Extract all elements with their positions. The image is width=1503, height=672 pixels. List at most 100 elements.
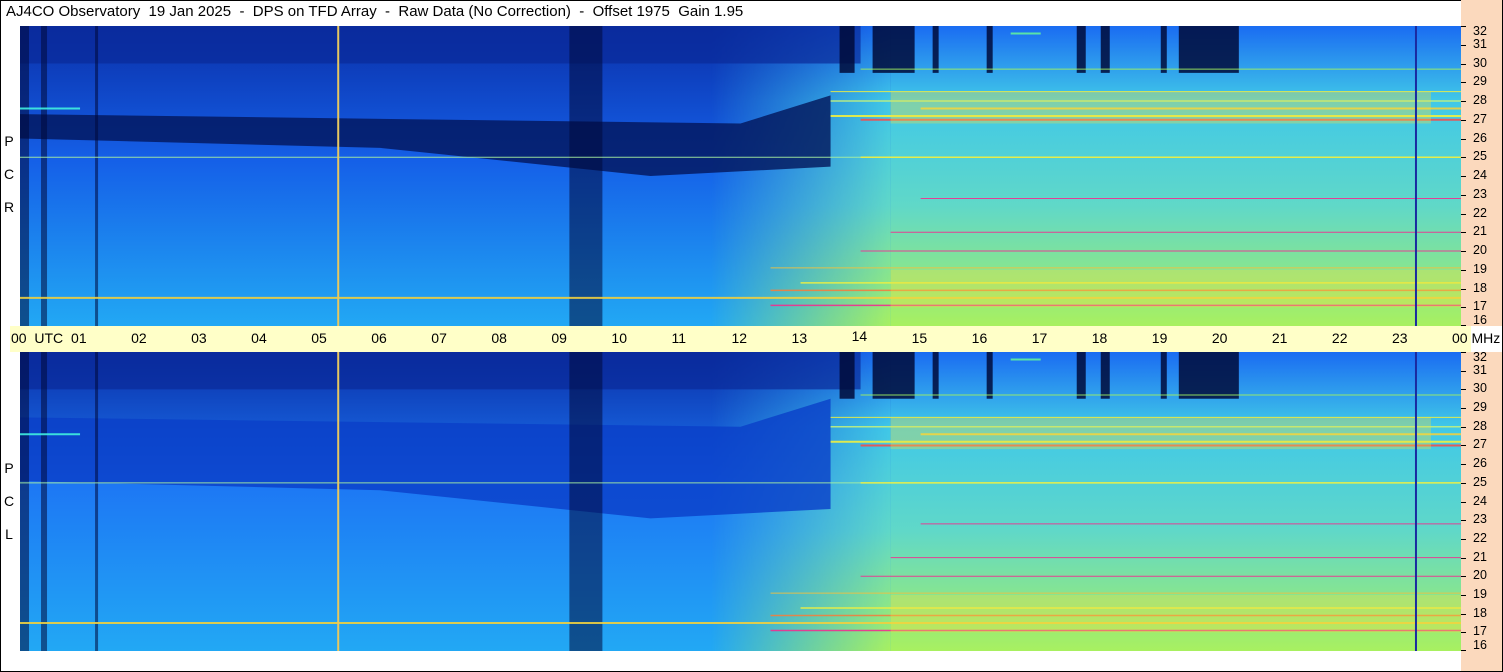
dark-column (20, 26, 30, 326)
dark-column (1160, 352, 1167, 399)
rcp-heatmap (20, 26, 1461, 326)
utc-tick-label: 19 (1151, 330, 1168, 346)
utc-tick-label: 04 (251, 330, 267, 346)
dark-column (986, 352, 993, 399)
freq-tick-label: 27 (1473, 437, 1487, 452)
utc-tick-label: 16 (971, 330, 988, 346)
utc-tick-label: 17 (1031, 330, 1048, 346)
bright-band (890, 417, 1431, 450)
freq-tick (1461, 232, 1466, 234)
utc-tick-label: 07 (431, 330, 447, 346)
utc-tick-label: 06 (371, 330, 387, 346)
lcp-letter: P (4, 460, 14, 476)
freq-tick-label: 20 (1473, 568, 1487, 583)
utc-tick-label: 08 (491, 330, 507, 346)
freq-tick-label: 17 (1473, 624, 1487, 639)
utc-tick-label: 09 (551, 330, 567, 346)
freq-tick-label: 28 (1473, 418, 1487, 433)
utc-tick-label: 05 (311, 330, 327, 346)
rcp-letter: C (3, 166, 15, 182)
freq-tick (1461, 445, 1466, 447)
utc-tick-label: 21 (1271, 330, 1288, 346)
freq-tick (1461, 352, 1466, 353)
dark-column (1160, 26, 1167, 73)
freq-tick-label: 17 (1473, 299, 1487, 314)
freq-tick-label: 25 (1473, 474, 1487, 489)
freq-tick (1461, 501, 1466, 503)
freq-tick (1461, 482, 1466, 484)
freq-tick-label: 21 (1473, 224, 1487, 239)
freq-tick-label: 18 (1473, 605, 1487, 620)
freq-tick (1461, 520, 1466, 522)
dark-column (872, 26, 915, 73)
freq-tick (1461, 464, 1466, 466)
lcp-letter: L (5, 526, 13, 542)
dark-column (1100, 26, 1110, 73)
dark-column (839, 26, 855, 73)
freq-tick-label: 32 (1473, 350, 1487, 364)
freq-tick-label: 19 (1473, 261, 1487, 276)
utc-tick-label: 10 (611, 330, 627, 346)
dark-column (839, 352, 855, 399)
utc-tick-label: 00 UTC (11, 330, 64, 346)
chart-title: AJ4CO Observatory 19 Jan 2025 - DPS on T… (6, 3, 744, 20)
dark-column (932, 352, 939, 399)
dark-column (986, 26, 993, 73)
utc-time-axis: 00 UTC 01 02 03 04 05 06 07 08 09 10 11 12 13 14 15 16 17… (10, 326, 1500, 352)
dark-column (95, 26, 99, 326)
dark-column (1076, 352, 1086, 399)
freq-tick (1461, 157, 1466, 159)
freq-tick (1461, 426, 1466, 428)
dark-column (569, 26, 603, 326)
freq-tick (1461, 251, 1466, 252)
freq-tick (1461, 389, 1466, 391)
freq-tick-label: 25 (1473, 149, 1487, 164)
bright-band (890, 269, 1461, 308)
dark-column (569, 352, 603, 651)
freq-tick (1461, 538, 1466, 540)
freq-tick-label: 31 (1473, 36, 1487, 51)
freq-axis-bottom-strip (1461, 651, 1502, 671)
utc-tick-label: 02 (131, 330, 147, 346)
freq-tick (1461, 557, 1466, 559)
utc-tick-label: 14 (851, 328, 868, 344)
freq-tick (1461, 119, 1466, 121)
freq-tick-label: 30 (1473, 55, 1487, 70)
freq-tick (1461, 44, 1466, 46)
utc-tick-label: 18 (1091, 330, 1108, 346)
freq-tick (1461, 176, 1466, 177)
utc-tick-label: 20 (1211, 330, 1228, 346)
lcp-frequency-axis: 16 17 18 19 20 21 22 23 24 25 26 27 28 29 30 31 32 (1461, 350, 1502, 652)
freq-tick (1461, 26, 1466, 27)
utc-tick-label: 01 (71, 330, 87, 346)
utc-tick-label: 13 (791, 330, 808, 346)
freq-tick (1461, 632, 1466, 634)
rcp-polarization-label: P C R (2, 134, 16, 233)
rcp-letter: P (4, 133, 14, 149)
freq-tick (1461, 288, 1466, 290)
upper-dark-region (20, 352, 861, 390)
dark-column (41, 26, 48, 326)
rcp-letter: R (3, 199, 15, 215)
dark-column (1100, 352, 1110, 399)
freq-tick (1461, 576, 1466, 578)
dark-column (1178, 352, 1239, 399)
utc-tick-label: 11 (671, 330, 686, 346)
bright-band (890, 91, 1431, 124)
lcp-polarization-label: P C L (2, 461, 16, 560)
rcp-spectrogram (20, 26, 1461, 326)
rcp-frequency-axis: 16 17 18 19 20 21 22 23 24 25 26 27 28 29 30 31 32 (1461, 25, 1502, 327)
utc-tick-label: 03 (191, 330, 207, 346)
utc-tick-label: 12 (731, 330, 748, 346)
freq-tick-label: 29 (1473, 74, 1487, 89)
freq-tick-label: 31 (1473, 362, 1487, 377)
freq-tick-label: 23 (1473, 512, 1487, 527)
lcp-letter: C (3, 493, 15, 509)
freq-tick (1461, 594, 1466, 596)
freq-tick-label: 26 (1473, 130, 1487, 145)
utc-tick-label: 15 (911, 330, 928, 346)
freq-tick (1461, 408, 1466, 410)
dark-column (872, 352, 915, 399)
freq-tick-label: 27 (1473, 111, 1487, 126)
freq-tick-label: 29 (1473, 400, 1487, 415)
